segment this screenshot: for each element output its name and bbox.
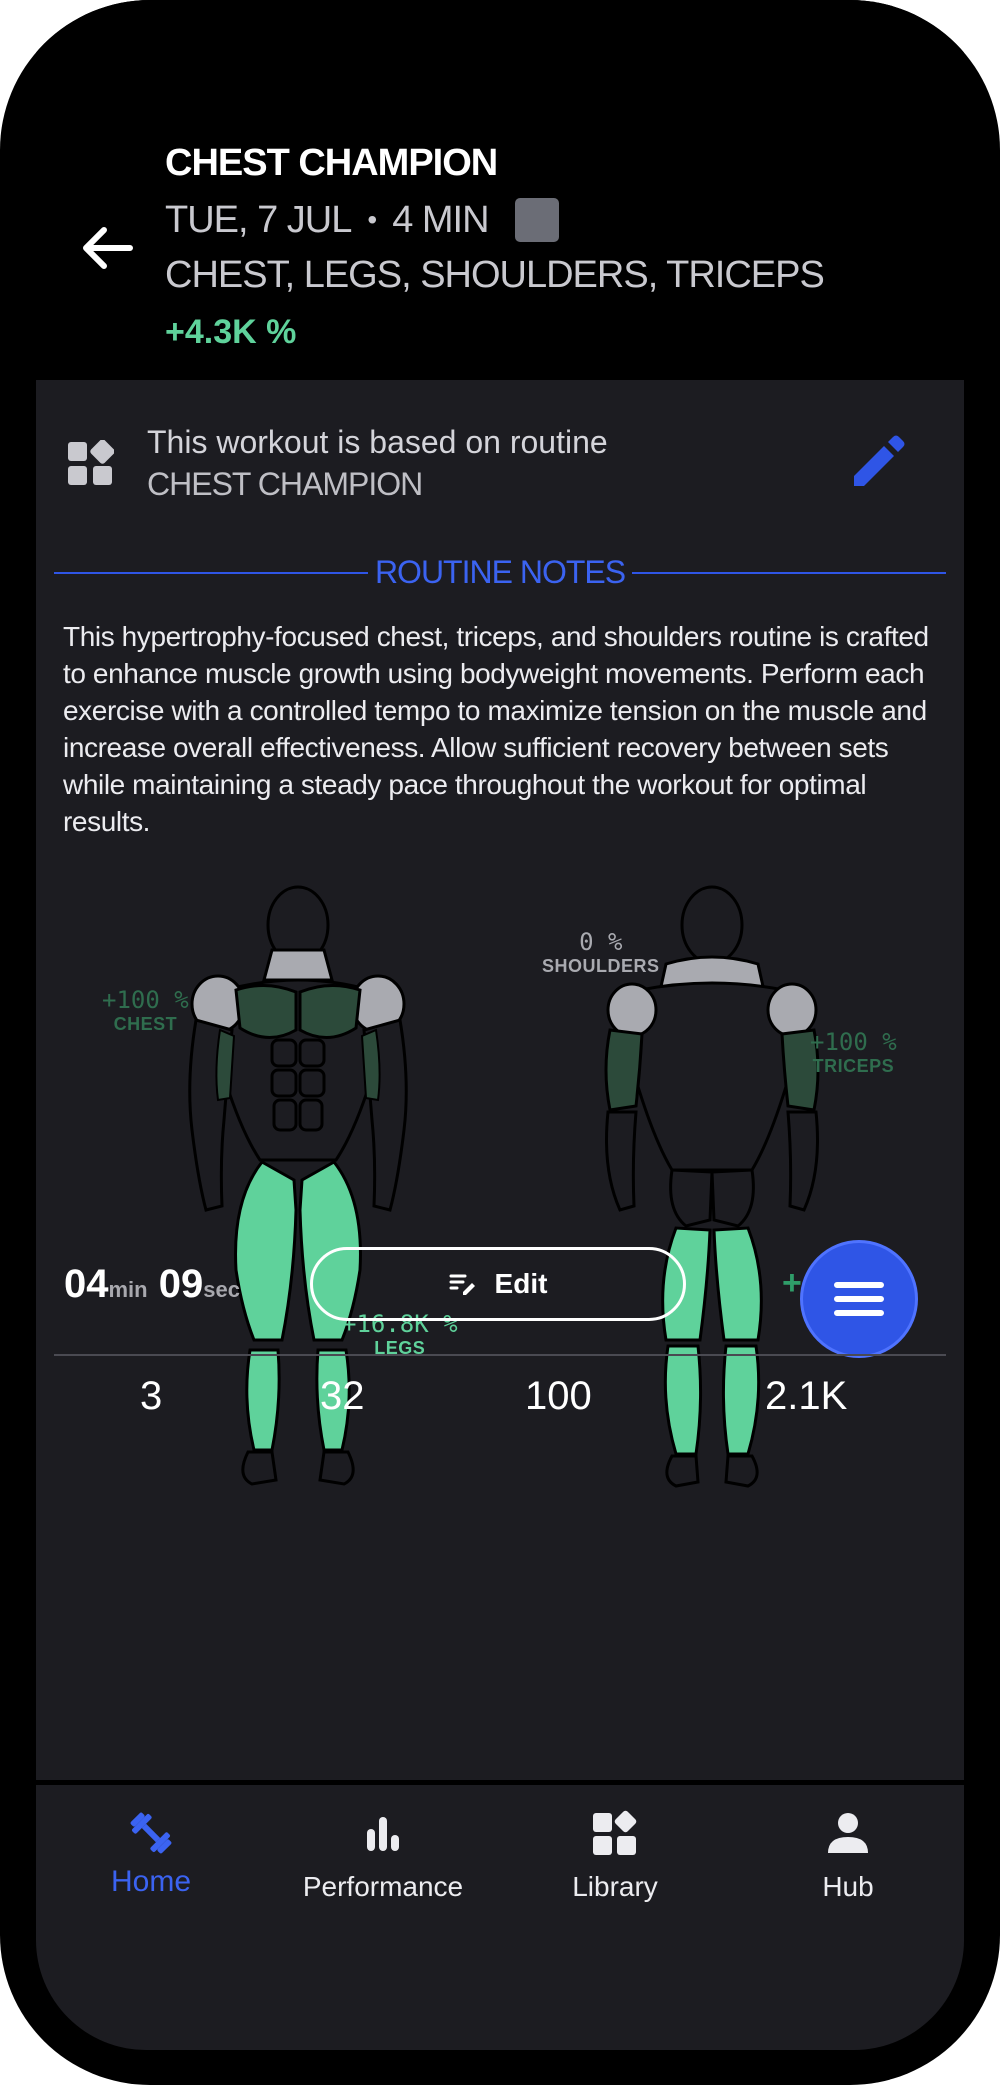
routine-grid-icon: [68, 440, 114, 485]
timer-sec-unit: sec: [203, 1277, 240, 1302]
workout-timer: 04min 09sec: [64, 1262, 240, 1307]
stat-reps: 32: [320, 1374, 365, 1418]
workout-meta: TUE, 7 JUL • 4 MIN: [165, 198, 559, 242]
triceps-label: +100 % TRICEPS: [810, 1028, 897, 1076]
menu-icon: [834, 1282, 884, 1316]
tab-library[interactable]: Library: [515, 1807, 715, 1903]
back-arrow-icon[interactable]: [76, 222, 136, 274]
routine-notes-heading: ROUTINE NOTES: [374, 554, 626, 590]
tab-performance-label: Performance: [302, 1871, 464, 1902]
tab-performance[interactable]: Performance: [283, 1807, 483, 1903]
routine-name-link[interactable]: CHEST CHAMPION: [147, 466, 423, 503]
separator-dot: •: [367, 204, 377, 235]
bottom-tab-bar: Home Performance Library Hub: [36, 1785, 964, 2050]
tab-home-label: Home: [110, 1865, 192, 1898]
routine-based-on-text: This workout is based on routine: [147, 424, 608, 460]
chest-label: +100 % CHEST: [102, 986, 189, 1034]
divider-left: [54, 572, 368, 574]
person-icon: [828, 1813, 868, 1853]
edit-button[interactable]: Edit: [310, 1247, 686, 1321]
timer-min-unit: min: [108, 1277, 148, 1302]
front-body-figure: [188, 885, 408, 1486]
routine-notes-body: This hypertrophy-focused chest, triceps,…: [63, 621, 929, 837]
workout-muscles: CHEST, LEGS, SHOULDERS, TRICEPS: [165, 254, 825, 296]
edit-button-label: Edit: [494, 1268, 548, 1299]
workout-date: TUE, 7 JUL: [165, 198, 352, 241]
color-square-icon: [514, 198, 559, 242]
shoulders-label: 0 % SHOULDERS: [542, 928, 660, 976]
summary-divider: [54, 1354, 946, 1356]
bar-chart-icon: [367, 1817, 399, 1851]
tab-hub-label: Hub: [822, 1871, 874, 1902]
library-icon: [593, 1810, 637, 1855]
menu-fab[interactable]: [800, 1240, 918, 1358]
app-screen: CHEST CHAMPION TUE, 7 JUL • 4 MIN CHEST,…: [36, 0, 964, 2050]
stat-volume: 100: [525, 1374, 592, 1418]
workout-detail-panel: This workout is based on routine CHEST C…: [36, 380, 964, 1780]
phone-frame: CHEST CHAMPION TUE, 7 JUL • 4 MIN CHEST,…: [0, 0, 1000, 2085]
divider-right: [632, 572, 946, 574]
workout-title: CHEST CHAMPION: [165, 142, 498, 184]
workout-duration: 4 MIN: [392, 198, 489, 241]
tab-hub[interactable]: Hub: [748, 1807, 948, 1903]
stat-sets: 3: [140, 1374, 163, 1418]
workout-percent: +4.3K %: [165, 313, 297, 351]
tab-home[interactable]: Home: [51, 1807, 251, 1899]
stat-total: 2.1K: [765, 1374, 848, 1418]
timer-seconds: 09: [158, 1262, 204, 1306]
dumbbell-icon: [130, 1812, 172, 1854]
edit-list-icon: [449, 1274, 475, 1295]
tab-library-label: Library: [572, 1871, 658, 1902]
timer-minutes: 04: [64, 1262, 109, 1306]
edit-pencil-icon[interactable]: [846, 432, 908, 494]
